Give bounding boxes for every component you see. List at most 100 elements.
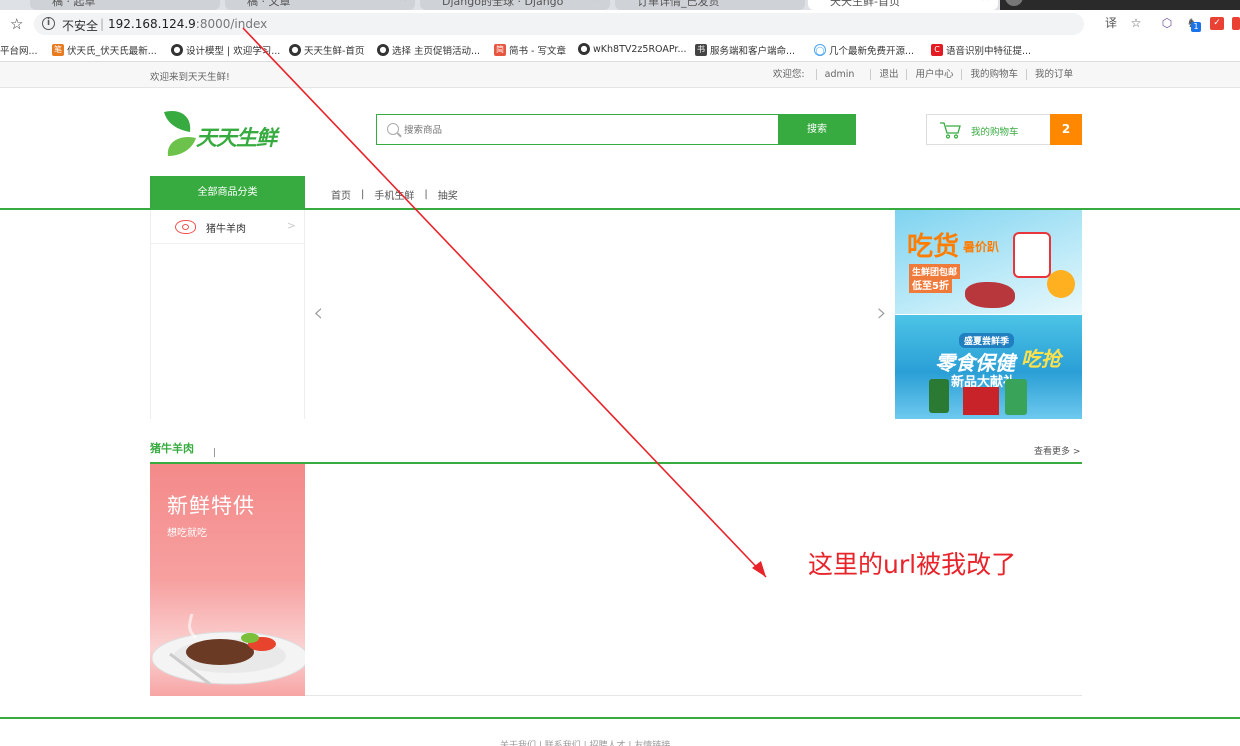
nav-fresh-link[interactable]: 手机生鲜 (374, 187, 414, 202)
extension-icon[interactable] (1232, 17, 1240, 30)
ad1-subheadline: 暑价趴 (963, 240, 1000, 254)
browser-tab[interactable]: 稿 · 起草 ✕ (30, 0, 220, 10)
footer-links: 关于我们 | 联系我们 | 招聘人才 | 友情链接 (500, 741, 671, 746)
tab-strip-empty-area: + (1000, 0, 1240, 10)
footer-divider (0, 717, 1240, 719)
bookmark-item[interactable]: ◯ 几个最新免费开源... (814, 43, 914, 57)
tab-title: 订单详情_已发货 (637, 0, 720, 8)
site-logo[interactable]: 天天生鲜 (162, 106, 292, 158)
tab-title: 稿 · 文章 (247, 0, 291, 8)
star-icon[interactable]: ☆ (1129, 16, 1143, 30)
translate-icon[interactable]: 译 (1104, 16, 1118, 30)
bookmark-label: 语音识别中特征提... (946, 46, 1032, 57)
tab-title: Django的全球 · Django (442, 0, 564, 8)
bookmark-item[interactable]: ● 设计模型 | 欢迎学习... (171, 43, 280, 57)
bookmark-star-icon[interactable]: ☆ (10, 15, 23, 33)
close-icon[interactable]: ✕ (399, 0, 407, 4)
annotation-text: 这里的url被我改了 (808, 550, 1017, 579)
all-categories-button[interactable]: 全部商品分类 (150, 176, 305, 209)
circle-icon: ◯ (814, 44, 826, 56)
bookmark-label: 设计模型 | 欢迎学习... (186, 46, 281, 57)
cart-label: 我的购物车 (971, 127, 1019, 138)
view-more-link[interactable]: 查看更多 > (1034, 444, 1080, 457)
cart-button[interactable]: 我的购物车 2 (926, 114, 1082, 145)
greeting-label: 欢迎您: (772, 69, 805, 80)
banner-slider: ‹ › (305, 210, 895, 419)
username: admin (815, 69, 863, 80)
welcome-text: 欢迎来到天天生鲜! (150, 72, 230, 83)
nav-home-link[interactable]: 首页 (331, 187, 351, 202)
bookmark-label: 简书 - 写文章 (509, 46, 566, 57)
bookmark-item[interactable]: 笔伏天氏_伏天氏最新... (52, 43, 157, 57)
my-cart-link[interactable]: 我的购物车 (961, 69, 1026, 80)
site-topbar: 欢迎来到天天生鲜! 欢迎您: admin 退出 用户中心 我的购物车 我的订单 (0, 62, 1240, 88)
search-input[interactable] (404, 122, 764, 138)
extension-cube-icon[interactable]: ⬡ (1160, 16, 1174, 30)
bookmark-item[interactable]: C 语音识别中特征提... (931, 43, 1031, 57)
bookmark-item[interactable]: 平台网... (0, 43, 38, 57)
browser-tab[interactable]: 订单详情_已发货 ✕ (615, 0, 805, 10)
bookmark-item[interactable]: ● wKh8TV2z5ROAPr... (578, 43, 687, 55)
info-icon[interactable]: i (42, 17, 55, 30)
side-menu-item-meat[interactable]: 猪牛羊肉 > (151, 210, 304, 244)
product-bag-image (1005, 379, 1027, 415)
search-box (376, 114, 778, 145)
search-icon (387, 123, 399, 135)
orange-image (1047, 270, 1075, 298)
browser-tab[interactable]: Django的全球 · Django ✕ (420, 0, 610, 10)
url-text[interactable]: 192.168.124.9:8000/index (108, 17, 267, 31)
nav-lottery-link[interactable]: 抽奖 (438, 187, 458, 202)
bookmark-label: 平台网... (0, 46, 38, 57)
promo-banner-fresh[interactable]: 新鲜特供 想吃就吃 (150, 464, 305, 696)
browser-tab-strip: 稿 · 起草 ✕ 稿 · 文章 ✕ Django的全球 · Django ✕ 订… (0, 0, 1240, 10)
url-host: 192.168.124.9 (108, 17, 196, 31)
slider-next-icon[interactable]: › (877, 298, 887, 328)
new-tab-button[interactable]: + (1005, 0, 1023, 6)
divider: | (100, 17, 105, 31)
logout-link[interactable]: 退出 (870, 69, 906, 80)
side-menu-label: 猪牛羊肉 (206, 224, 246, 235)
icecream-cup-image (1013, 232, 1051, 278)
close-icon[interactable]: ✕ (204, 0, 212, 4)
meat-image (965, 282, 1015, 308)
security-label[interactable]: 不安全 (62, 17, 98, 34)
ad1-headline: 吃货 (907, 232, 960, 262)
promo-subtitle: 想吃就吃 (167, 528, 207, 539)
url-path: :8000/index (195, 17, 268, 31)
globe-icon: ● (289, 44, 301, 56)
bookmark-item[interactable]: ● 选择 主页促销活动... (377, 43, 480, 57)
ad2-tag: 盛夏尝鲜季 (959, 333, 1015, 348)
browser-tab-active[interactable]: 天天生鲜-首页 ✕ (808, 0, 998, 10)
globe-icon: ● (578, 43, 590, 55)
tab-title: 稿 · 起草 (52, 0, 96, 8)
product-can-image (929, 379, 949, 413)
bookmark-item[interactable]: 书服务端和客户端命... (695, 43, 795, 57)
bookmarks-bar: 平台网... 笔伏天氏_伏天氏最新... ● 设计模型 | 欢迎学习... ● 天天… (0, 38, 1240, 62)
floor-title: 猪牛羊肉 (150, 442, 194, 455)
bookmark-item[interactable]: 简简书 - 写文章 (494, 43, 566, 57)
search-button[interactable]: 搜索 (778, 114, 856, 145)
extension-red-icon[interactable]: ✓ (1210, 17, 1224, 30)
user-center-link[interactable]: 用户中心 (906, 69, 961, 80)
close-icon[interactable]: ✕ (982, 0, 990, 4)
close-icon[interactable]: ✕ (789, 0, 797, 4)
bookmark-favicon-icon: 笔 (52, 44, 64, 56)
ad2-headline-accent: 吃抢 (1021, 347, 1061, 371)
cart-icon (940, 122, 961, 139)
logo-text: 天天生鲜 (196, 126, 277, 150)
close-icon[interactable]: ✕ (594, 0, 602, 4)
meat-icon (175, 220, 196, 234)
bookmark-item[interactable]: ● 天天生鲜-首页 (289, 43, 364, 57)
ad1-discount: 低至5折 (909, 276, 952, 293)
promo-ad-foodie[interactable]: 吃货 暑价趴 生鲜团包邮 低至5折 (895, 210, 1082, 314)
csdn-icon: C (931, 44, 943, 56)
promo-title: 新鲜特供 (167, 494, 255, 518)
browser-tab[interactable]: 稿 · 文章 ✕ (225, 0, 415, 10)
my-orders-link[interactable]: 我的订单 (1025, 69, 1081, 80)
floor-divider (214, 448, 215, 457)
user-links: 欢迎您: admin 退出 用户中心 我的购物车 我的订单 (757, 69, 1081, 80)
omnibox[interactable]: i 不安全 | 192.168.124.9:8000/index (34, 13, 1084, 35)
promo-ad-summer[interactable]: 盛夏尝鲜季 零食保健 吃抢 新品大献礼 (895, 315, 1082, 419)
slider-prev-icon[interactable]: ‹ (313, 298, 323, 328)
nav-separator: | (361, 189, 365, 200)
